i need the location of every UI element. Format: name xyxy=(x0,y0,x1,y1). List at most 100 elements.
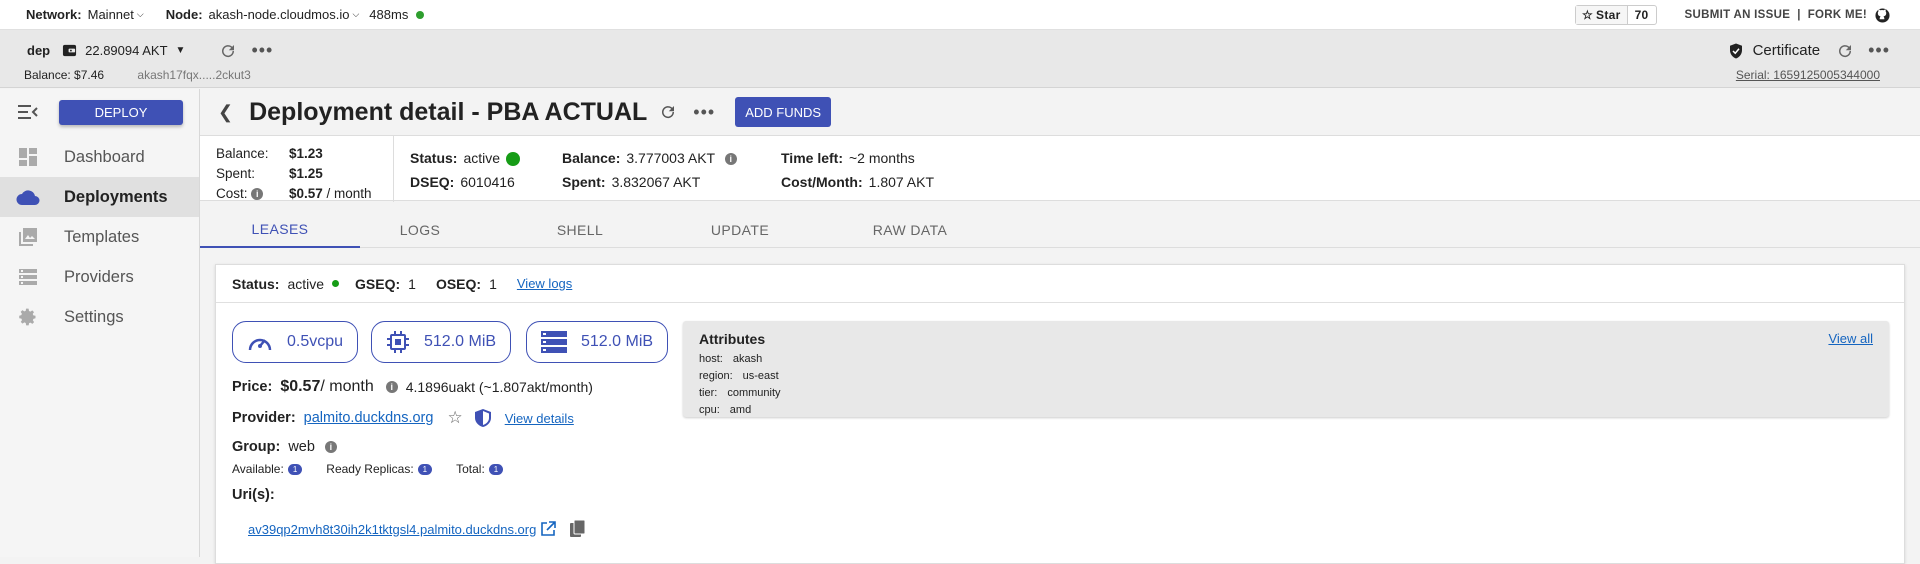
refresh-icon[interactable] xyxy=(1836,42,1854,60)
more-options-icon[interactable]: ••• xyxy=(1868,40,1890,61)
status-dot xyxy=(506,152,521,167)
attributes-heading: Attributes xyxy=(699,331,766,347)
usd-spent-label: Spent: xyxy=(216,166,256,181)
sidebar-item-deployments[interactable]: Deployments xyxy=(0,177,199,217)
uri-item: av39qp2mvh8t30ih2k1tktgsl4.palmito.duckd… xyxy=(248,520,586,538)
node-label: Node: xyxy=(165,7,203,22)
github-star-button[interactable]: ☆ Star 70 xyxy=(1574,5,1657,25)
cloud-icon xyxy=(16,188,40,206)
deployment-status: Status: active xyxy=(410,150,521,167)
gear-icon xyxy=(16,307,40,327)
storage-icon xyxy=(541,331,567,353)
favorite-star-icon[interactable]: ☆ xyxy=(447,408,462,428)
info-icon[interactable]: i xyxy=(324,441,337,453)
available-badge: 1 xyxy=(287,463,303,475)
github-icon[interactable] xyxy=(1875,7,1890,23)
usd-balance-value: $1.23 xyxy=(289,146,323,161)
node-latency: 488ms xyxy=(369,7,409,22)
attribute-row: host: akash xyxy=(699,353,763,365)
open-in-new-icon[interactable] xyxy=(540,521,557,537)
add-funds-button[interactable]: ADD FUNDS xyxy=(735,97,832,127)
top-bar: Network: Mainnet ⌵ Node: akash-node.clou… xyxy=(0,0,1920,30)
usd-spent-value: $1.25 xyxy=(289,166,323,181)
certificate-serial-link[interactable]: Serial: 1659125005344000 xyxy=(1736,68,1880,82)
total-badge: 1 xyxy=(488,463,504,475)
refresh-icon[interactable] xyxy=(659,103,677,121)
oseq-label: OSEQ: xyxy=(435,275,482,292)
star-count: 70 xyxy=(1634,8,1649,22)
separator: | xyxy=(1797,9,1801,21)
sidebar-item-providers[interactable]: Providers xyxy=(0,257,199,297)
escrow-spent: Spent: 3.832067 AKT xyxy=(562,174,701,190)
sidebar-item-label: Templates xyxy=(64,227,140,246)
replicas-row: Available: 1 Ready Replicas: 1 Total: 1 xyxy=(232,462,504,476)
sidebar-item-settings[interactable]: Settings xyxy=(0,297,199,337)
view-all-attributes-link[interactable]: View all xyxy=(1828,331,1873,346)
tab-raw-data[interactable]: RAW DATA xyxy=(840,212,980,248)
attribute-row: tier: community xyxy=(699,387,781,399)
sidebar-item-templates[interactable]: Templates xyxy=(0,217,199,257)
gseq-label: GSEQ: xyxy=(355,275,401,292)
more-options-icon[interactable]: ••• xyxy=(251,40,273,61)
tab-logs[interactable]: LOGS xyxy=(360,212,480,248)
lease-status-value: active xyxy=(287,275,325,292)
oseq-value: 1 xyxy=(489,275,497,292)
star-icon: ☆ xyxy=(1581,8,1594,22)
wallet-address[interactable]: akash17fqx.....2ckut3 xyxy=(137,68,250,82)
tab-leases[interactable]: LEASES xyxy=(200,212,360,248)
speedometer-icon xyxy=(247,331,273,353)
deployment-dseq: DSEQ: 6010416 xyxy=(410,174,515,190)
provider-label: Provider: xyxy=(232,410,296,426)
view-provider-details-link[interactable]: View details xyxy=(505,411,574,426)
cost-per-month: Cost/Month: 1.807 AKT xyxy=(781,174,935,190)
copy-icon[interactable] xyxy=(570,520,586,538)
storage-value: 512.0 MiB xyxy=(581,333,654,350)
price-row: Price: $0.57 / month i 4.1896uakt (~1.80… xyxy=(232,378,593,396)
uris-row: Uri(s): xyxy=(232,487,283,503)
usd-cost-unit: / month xyxy=(322,186,372,201)
wallet-selector[interactable]: dep 22.89094 AKT ▼ ••• xyxy=(27,40,273,61)
refresh-icon[interactable] xyxy=(219,42,237,60)
view-logs-link[interactable]: View logs xyxy=(517,276,572,291)
memory-spec: 512.0 MiB xyxy=(371,321,512,363)
sidebar-item-label: Providers xyxy=(64,267,134,286)
provider-link[interactable]: palmito.duckdns.org xyxy=(304,410,434,426)
back-arrow-icon[interactable]: ❮ xyxy=(218,102,233,123)
sidebar-item-label: Deployments xyxy=(64,187,168,206)
ready-replicas-badge: 1 xyxy=(417,463,433,475)
lease-status-label: Status: xyxy=(232,275,280,292)
wallet-balance-row: Balance: $7.46 akash17fqx.....2ckut3 xyxy=(24,68,251,82)
fork-me-link[interactable]: FORK ME! xyxy=(1808,9,1867,21)
info-icon[interactable]: i xyxy=(251,188,264,201)
price-unit: / month xyxy=(320,378,374,395)
deploy-button[interactable]: DEPLOY xyxy=(59,100,183,125)
network-selector[interactable]: Network: Mainnet ⌵ xyxy=(26,7,144,22)
storage-spec: 512.0 MiB xyxy=(526,321,669,363)
submit-issue-link[interactable]: SUBMIT AN ISSUE xyxy=(1685,9,1791,21)
deployment-tabs: LEASES LOGS SHELL UPDATE RAW DATA xyxy=(200,212,1920,248)
usd-cost-value: $0.57 xyxy=(289,186,323,201)
more-options-icon[interactable]: ••• xyxy=(693,102,715,123)
usd-balance-label: Balance: xyxy=(216,146,269,161)
uris-label: Uri(s): xyxy=(232,487,275,503)
ready-replicas-label: Ready Replicas: xyxy=(326,462,414,476)
group-row: Group: web i xyxy=(232,439,337,455)
attribute-row: cpu: amd xyxy=(699,404,752,416)
info-icon[interactable]: i xyxy=(385,381,398,393)
attributes-panel: Attributes View all host: akash region: us… xyxy=(683,321,1889,417)
price-value: $0.57 xyxy=(280,378,321,395)
chevron-down-icon: ⌵ xyxy=(352,9,360,19)
tab-update[interactable]: UPDATE xyxy=(680,212,800,248)
image-collection-icon xyxy=(16,227,40,247)
sidebar-item-dashboard[interactable]: Dashboard xyxy=(0,137,199,177)
uri-link[interactable]: av39qp2mvh8t30ih2k1tktgsl4.palmito.duckd… xyxy=(248,522,536,537)
tab-shell[interactable]: SHELL xyxy=(520,212,640,248)
escrow-balance: Balance: 3.777003 AKT i xyxy=(562,150,737,166)
dashboard-icon xyxy=(16,147,40,167)
wallet-balance: Balance: $7.46 xyxy=(24,68,105,82)
collapse-menu-icon[interactable] xyxy=(18,104,38,120)
node-selector[interactable]: Node: akash-node.cloudmos.io ⌵ 488ms xyxy=(166,7,425,22)
wallet-icon xyxy=(62,43,77,58)
info-icon[interactable]: i xyxy=(724,153,737,166)
chevron-down-icon: ⌵ xyxy=(136,9,144,19)
